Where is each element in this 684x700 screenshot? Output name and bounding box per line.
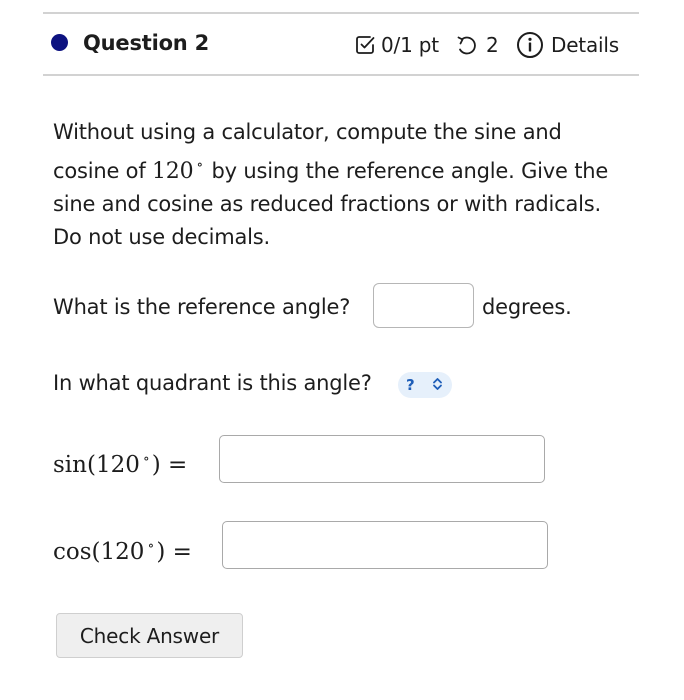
attempts-count: 2 [486,33,499,57]
score-text: 0/1 pt [381,33,439,57]
retry-icon [455,33,479,57]
sine-answer-input[interactable] [219,435,545,483]
degree-symbol: ∘ [196,157,204,173]
cosine-angle: 120 [100,539,145,565]
reference-angle-unit: degrees. [482,295,572,319]
quadrant-selected-value: ? [406,375,415,394]
sine-angle: 120 [95,452,140,478]
quadrant-dropdown[interactable]: ? [398,372,452,398]
details-label: Details [551,33,619,57]
prompt-angle: 120 [152,159,194,184]
dropdown-chevron-icon [432,376,443,395]
check-answer-button[interactable]: Check Answer [56,613,243,658]
sine-equation-label: sin(120 ∘) = [53,451,188,478]
cosine-equation-label: cos(120 ∘) = [53,538,192,565]
info-icon [516,31,544,59]
header-bottom-divider [43,74,639,76]
attempts-indicator: 2 [455,31,499,59]
quadrant-question: In what quadrant is this angle? [53,371,372,395]
cosine-answer-input[interactable] [222,521,548,569]
question-prompt: Without using a calculator, compute the … [53,116,623,254]
details-link[interactable]: Details [516,31,619,59]
reference-angle-input[interactable] [373,283,474,328]
question-title: Question 2 [83,31,210,55]
sine-func: sin [53,452,87,478]
reference-angle-question: What is the reference angle? [53,295,351,319]
question-status-dot [51,34,68,51]
score-indicator: 0/1 pt [354,31,439,59]
checkbox-icon [354,34,376,56]
cosine-func: cos [53,539,92,565]
header-top-divider [43,12,639,14]
